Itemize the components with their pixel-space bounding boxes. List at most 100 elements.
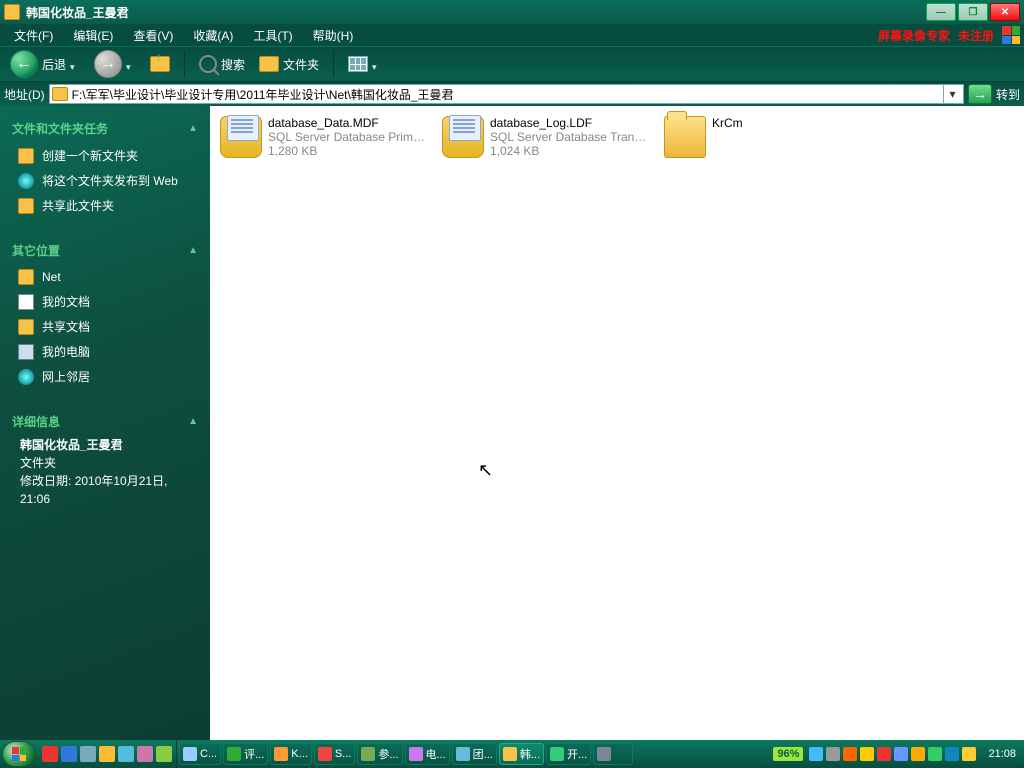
search-icon xyxy=(199,55,217,73)
taskbar-task[interactable]: S... xyxy=(314,743,356,765)
up-folder-icon: ↑ xyxy=(150,56,170,72)
folders-button[interactable]: 文件夹 xyxy=(255,54,323,75)
content-area: 文件和文件夹任务 ▲ 创建一个新文件夹 将这个文件夹发布到 Web 共享此文件夹… xyxy=(0,106,1024,740)
quick-launch-icon[interactable] xyxy=(61,746,77,762)
forward-button[interactable]: → xyxy=(90,48,140,80)
taskbar-task[interactable]: K... xyxy=(270,743,312,765)
back-label: 后退 xyxy=(42,56,66,73)
computer-icon xyxy=(18,344,34,360)
place-my-computer[interactable]: 我的电脑 xyxy=(8,339,202,364)
task-label: 共享此文件夹 xyxy=(42,197,114,214)
task-icon xyxy=(550,747,564,761)
views-button[interactable] xyxy=(344,54,386,74)
taskbar-task[interactable] xyxy=(593,743,633,765)
toolbar-separator xyxy=(184,51,185,77)
taskbar-task[interactable]: 韩... xyxy=(499,743,544,765)
tray-icon[interactable] xyxy=(962,747,976,761)
place-label: 共享文档 xyxy=(42,318,90,335)
taskbar-task[interactable]: C... xyxy=(179,743,221,765)
taskbar-task[interactable]: 开... xyxy=(546,743,591,765)
menu-edit[interactable]: 编辑(E) xyxy=(63,25,123,46)
battery-indicator[interactable]: 96% xyxy=(773,747,803,761)
quick-launch-icon[interactable] xyxy=(156,746,172,762)
taskbar-task[interactable]: 团... xyxy=(452,743,497,765)
views-dropdown-icon[interactable] xyxy=(372,59,382,69)
task-label: 团... xyxy=(473,746,493,762)
tray-icon[interactable] xyxy=(945,747,959,761)
tray-icon[interactable] xyxy=(911,747,925,761)
maximize-button[interactable]: ❐ xyxy=(958,3,988,21)
quick-launch-icon[interactable] xyxy=(118,746,134,762)
task-icon xyxy=(183,747,197,761)
close-button[interactable]: ✕ xyxy=(990,3,1020,21)
menu-view[interactable]: 查看(V) xyxy=(123,25,183,46)
menu-help[interactable]: 帮助(H) xyxy=(303,25,364,46)
toolbar: ← 后退 → ↑ 搜索 文件夹 xyxy=(0,46,1024,82)
place-label: 网上邻居 xyxy=(42,368,90,385)
quick-launch-icon[interactable] xyxy=(99,746,115,762)
task-icon xyxy=(361,747,375,761)
task-label: 韩... xyxy=(520,746,540,762)
panel-details: 详细信息 ▲ 韩国化妆品_王曼君 文件夹 修改日期: 2010年10月21日, … xyxy=(8,407,202,508)
panel-header[interactable]: 详细信息 ▲ xyxy=(8,407,202,436)
folder-icon xyxy=(18,148,34,164)
windows-flag-icon[interactable] xyxy=(1002,26,1020,44)
file-list[interactable]: database_Data.MDF SQL Server Database Pr… xyxy=(210,106,1024,740)
forward-dropdown-icon[interactable] xyxy=(126,59,136,69)
chevron-up-icon: ▲ xyxy=(188,416,198,427)
share-icon xyxy=(18,198,34,214)
file-item[interactable]: database_Data.MDF SQL Server Database Pr… xyxy=(220,116,426,158)
search-button[interactable]: 搜索 xyxy=(195,53,249,75)
tray-icon[interactable] xyxy=(826,747,840,761)
place-shared-docs[interactable]: 共享文档 xyxy=(8,314,202,339)
tray-icon[interactable] xyxy=(809,747,823,761)
address-dropdown-icon[interactable]: ▾ xyxy=(943,84,961,104)
tray-icon[interactable] xyxy=(928,747,942,761)
start-button[interactable] xyxy=(2,741,36,767)
back-button[interactable]: ← 后退 xyxy=(6,48,84,80)
toolbar-separator xyxy=(333,51,334,77)
tray-icon[interactable] xyxy=(860,747,874,761)
quick-launch-icon[interactable] xyxy=(42,746,58,762)
task-share-folder[interactable]: 共享此文件夹 xyxy=(8,193,202,218)
menu-favorites[interactable]: 收藏(A) xyxy=(183,25,243,46)
menu-file[interactable]: 文件(F) xyxy=(4,25,63,46)
network-icon xyxy=(18,369,34,385)
file-item[interactable]: KrCm xyxy=(664,116,870,158)
window-buttons: — ❐ ✕ xyxy=(924,3,1020,21)
panel-title: 文件和文件夹任务 xyxy=(12,120,108,137)
taskbar-task[interactable]: 电... xyxy=(405,743,450,765)
details-modified: 修改日期: 2010年10月21日, 21:06 xyxy=(20,472,190,508)
explorer-window: 韩国化妆品_王曼君 — ❐ ✕ 文件(F) 编辑(E) 查看(V) 收藏(A) … xyxy=(0,0,1024,740)
menu-tools[interactable]: 工具(T) xyxy=(243,25,302,46)
task-label: S... xyxy=(335,748,352,760)
tray-icon[interactable] xyxy=(843,747,857,761)
place-net[interactable]: Net xyxy=(8,265,202,289)
panel-header[interactable]: 文件和文件夹任务 ▲ xyxy=(8,114,202,143)
task-new-folder[interactable]: 创建一个新文件夹 xyxy=(8,143,202,168)
place-network[interactable]: 网上邻居 xyxy=(8,364,202,389)
up-button[interactable]: ↑ xyxy=(146,54,174,74)
quick-launch-icon[interactable] xyxy=(137,746,153,762)
quick-launch-icon[interactable] xyxy=(80,746,96,762)
panel-header[interactable]: 其它位置 ▲ xyxy=(8,236,202,265)
taskbar-task[interactable]: 评... xyxy=(223,743,268,765)
title-bar[interactable]: 韩国化妆品_王曼君 — ❐ ✕ xyxy=(0,0,1024,24)
address-input[interactable]: F:\军军\毕业设计\毕业设计专用\2011年毕业设计\Net\韩国化妆品_王曼… xyxy=(49,84,964,104)
back-dropdown-icon[interactable] xyxy=(70,59,80,69)
window-title: 韩国化妆品_王曼君 xyxy=(26,4,129,21)
taskbar-task[interactable]: 参... xyxy=(357,743,402,765)
minimize-button[interactable]: — xyxy=(926,3,956,21)
task-label: 电... xyxy=(426,746,446,762)
task-publish-web[interactable]: 将这个文件夹发布到 Web xyxy=(8,168,202,193)
tray-icon[interactable] xyxy=(894,747,908,761)
file-item[interactable]: database_Log.LDF SQL Server Database Tra… xyxy=(442,116,648,158)
globe-icon xyxy=(18,173,34,189)
task-label: 参... xyxy=(378,746,398,762)
go-button[interactable]: → xyxy=(968,84,992,104)
place-my-documents[interactable]: 我的文档 xyxy=(8,289,202,314)
place-label: 我的电脑 xyxy=(42,343,90,360)
clock[interactable]: 21:08 xyxy=(982,748,1022,760)
folder-icon xyxy=(52,87,68,101)
tray-icon[interactable] xyxy=(877,747,891,761)
